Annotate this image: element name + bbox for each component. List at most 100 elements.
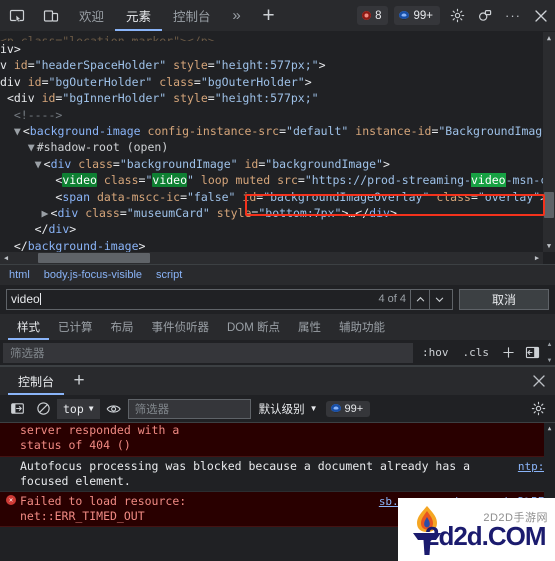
dom-tree-scroll-area[interactable]: <p class="location-marker"></p> iv> v id… bbox=[0, 32, 543, 252]
console-settings-gear-icon[interactable] bbox=[526, 397, 550, 421]
mini-scroll-up-icon[interactable]: ▲ bbox=[547, 342, 553, 348]
drawer-tab-console-label: 控制台 bbox=[18, 374, 55, 389]
console-filter-input[interactable]: 筛选器 bbox=[127, 398, 251, 419]
tab-properties[interactable]: 属性 bbox=[289, 314, 330, 340]
scroll-down-icon[interactable]: ▼ bbox=[543, 240, 555, 252]
dom-line[interactable]: <div id="bgInnerHolder" style="height:57… bbox=[0, 90, 543, 106]
scroll-left-icon[interactable]: ◀ bbox=[0, 252, 12, 264]
breadcrumb-item-html[interactable]: html bbox=[9, 269, 30, 281]
console-message-error-404[interactable]: server responded with a status of 404 () bbox=[0, 423, 555, 457]
dom-line-video[interactable]: <video class="video" loop muted src="htt… bbox=[0, 172, 543, 188]
log-level-label: 默认级别 bbox=[258, 403, 305, 416]
search-value-text: video bbox=[11, 292, 40, 306]
breadcrumb-item-script[interactable]: script bbox=[156, 269, 182, 281]
dom-line[interactable]: <span data-mscc-ic="false" id="backgroun… bbox=[0, 189, 543, 205]
device-toolbar-icon[interactable] bbox=[34, 0, 68, 31]
tab-styles[interactable]: 样式 bbox=[8, 314, 49, 340]
tab-console[interactable]: 控制台 bbox=[162, 0, 222, 31]
scroll-up-icon[interactable]: ▲ bbox=[543, 32, 555, 44]
dom-line[interactable]: ▼ <div class="backgroundImage" id="backgr… bbox=[0, 156, 543, 172]
watermark-overlay: 2D2D手游网 2d2d.COM bbox=[398, 498, 555, 561]
log-level-selector[interactable]: 默认级别 ▼ bbox=[253, 399, 324, 419]
devtools-feedback-icon[interactable] bbox=[471, 0, 499, 31]
styles-filter-row: 筛选器 :hov .cls ▲ ▼ bbox=[0, 340, 555, 366]
tab-computed[interactable]: 已计算 bbox=[49, 314, 102, 340]
new-style-rule-button[interactable] bbox=[496, 346, 520, 359]
mini-scroll-down-icon[interactable]: ▼ bbox=[547, 358, 553, 364]
tab-elements-label: 元素 bbox=[126, 10, 152, 24]
console-toolbar: top ▼ 筛选器 默认级别 ▼ 99+ bbox=[0, 395, 555, 423]
tab-layout[interactable]: 布局 bbox=[102, 314, 143, 340]
scrollbar-corner bbox=[543, 252, 555, 264]
tab-accessibility[interactable]: 辅助功能 bbox=[330, 314, 394, 340]
chevron-down-icon: ▼ bbox=[309, 404, 318, 413]
tab-dom-breakpoints[interactable]: DOM 断点 bbox=[218, 314, 289, 340]
dom-line[interactable]: div id="bgOuterHolder" class="bgOuterHol… bbox=[0, 74, 543, 90]
breadcrumb-item-body[interactable]: body.js-focus-visible bbox=[44, 269, 142, 281]
tab-dom-breakpoints-label: DOM 断点 bbox=[227, 322, 281, 334]
dom-vertical-scrollbar[interactable]: ▲ ▼ bbox=[543, 32, 555, 252]
drawer-header-spacer bbox=[94, 367, 523, 395]
search-next-button[interactable] bbox=[429, 289, 448, 309]
tab-elements[interactable]: 元素 bbox=[115, 0, 163, 31]
dom-line[interactable]: v id="headerSpaceHolder" style="height:5… bbox=[0, 57, 543, 73]
console-issues-badge[interactable]: 99+ bbox=[325, 400, 371, 417]
search-input[interactable]: video 4 of 4 bbox=[6, 288, 453, 310]
close-icon[interactable] bbox=[527, 0, 555, 31]
more-tabs-button[interactable]: » bbox=[222, 0, 252, 31]
dom-line-shadow-root[interactable]: ▼ #shadow-root (open) bbox=[0, 139, 543, 155]
drawer-add-tab-button[interactable]: + bbox=[64, 367, 94, 395]
breadcrumb: html body.js-focus-visible script bbox=[0, 264, 555, 285]
message-count-badge[interactable]: 99+ bbox=[394, 6, 440, 25]
dom-horizontal-scrollbar[interactable]: ◀ ▶ bbox=[0, 252, 543, 264]
error-count-badge[interactable]: 8 bbox=[357, 6, 389, 25]
message-dot-icon bbox=[399, 11, 410, 20]
scroll-right-icon[interactable]: ▶ bbox=[531, 252, 543, 264]
tab-welcome[interactable]: 欢迎 bbox=[68, 0, 115, 31]
dom-hscroll-thumb[interactable] bbox=[38, 253, 150, 263]
dom-line[interactable]: </background-image> bbox=[0, 238, 543, 252]
dom-line[interactable]: iv> bbox=[0, 41, 543, 57]
no-entry-icon[interactable] bbox=[31, 397, 55, 421]
watermark-domain-text: 2d2d.COM bbox=[425, 521, 547, 551]
console-scroll-up-icon[interactable]: ▲ bbox=[544, 423, 555, 434]
clear-console-icon[interactable] bbox=[5, 397, 29, 421]
dom-line[interactable]: ▼ <background-image config-instance-src="… bbox=[0, 123, 543, 139]
tab-event-listeners-label: 事件侦听器 bbox=[151, 322, 210, 334]
message-count-label: 99+ bbox=[413, 9, 433, 22]
tab-event-listeners[interactable]: 事件侦听器 bbox=[143, 314, 219, 340]
more-options-button[interactable]: ··· bbox=[499, 0, 527, 31]
console-message-text: server responded with a status of 404 () bbox=[20, 423, 180, 452]
dom-line[interactable]: <!----> bbox=[0, 107, 543, 123]
drawer-close-icon[interactable] bbox=[523, 367, 555, 395]
search-cancel-button[interactable]: 取消 bbox=[459, 288, 549, 310]
message-icon-spacer bbox=[6, 423, 20, 454]
dom-line-clipped: <p class="location-marker"></p> bbox=[0, 34, 215, 41]
styles-filter-input[interactable]: 筛选器 bbox=[3, 342, 413, 363]
devtools-toolbar: 欢迎 元素 控制台 » + 8 99+ ··· bbox=[0, 0, 555, 32]
dom-line[interactable]: </div> bbox=[0, 221, 543, 237]
drawer-tab-console[interactable]: 控制台 bbox=[8, 367, 65, 395]
dom-tree-panel[interactable]: <p class="location-marker"></p> iv> v id… bbox=[0, 32, 555, 264]
tab-accessibility-label: 辅助功能 bbox=[339, 322, 386, 334]
live-expression-icon[interactable] bbox=[102, 397, 126, 421]
console-drawer-header: 控制台 + bbox=[0, 366, 555, 395]
cls-toggle-button[interactable]: .cls bbox=[456, 346, 497, 359]
dom-line[interactable]: ▶ <div class="museumCard" style="bottom:7… bbox=[0, 205, 543, 221]
hov-toggle-button[interactable]: :hov bbox=[415, 346, 456, 359]
gear-icon[interactable] bbox=[443, 0, 471, 31]
search-input-value[interactable]: video bbox=[11, 292, 378, 306]
execution-context-selector[interactable]: top ▼ bbox=[57, 398, 100, 419]
execution-context-label: top bbox=[63, 401, 84, 416]
console-issues-count: 99+ bbox=[344, 402, 364, 415]
search-prev-button[interactable] bbox=[410, 289, 429, 309]
error-circle-glyph: ✕ bbox=[6, 495, 16, 505]
inspect-element-icon[interactable] bbox=[0, 0, 34, 31]
dom-vscroll-thumb[interactable] bbox=[544, 192, 554, 218]
panel-toggle-icon[interactable] bbox=[520, 346, 544, 359]
add-tab-button[interactable]: + bbox=[252, 0, 286, 31]
console-message-autofocus[interactable]: Autofocus processing was blocked because… bbox=[0, 457, 555, 492]
styles-mini-scrollbar[interactable]: ▲ ▼ bbox=[544, 342, 555, 364]
error-dot-icon bbox=[362, 11, 372, 20]
